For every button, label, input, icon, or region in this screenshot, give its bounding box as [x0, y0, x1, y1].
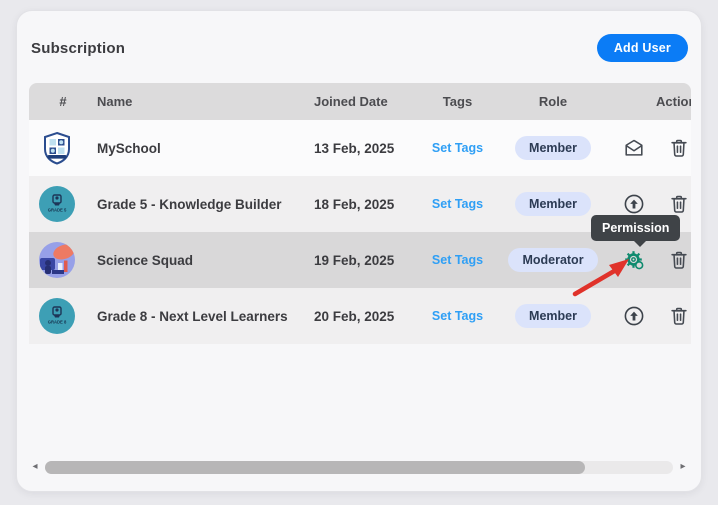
scroll-left-arrow[interactable]: ◂	[29, 462, 41, 472]
column-header-action: Action	[615, 94, 691, 109]
row-joined-date: 19 Feb, 2025	[314, 253, 424, 268]
role-badge: Moderator	[508, 248, 597, 272]
permission-settings-icon[interactable]	[623, 249, 645, 271]
scrollbar-track[interactable]	[45, 461, 673, 474]
svg-text:GRADE 8: GRADE 8	[48, 320, 67, 325]
page-title: Subscription	[31, 40, 125, 57]
grade-8-avatar: GRADE 8	[39, 298, 75, 334]
upgrade-icon[interactable]	[623, 193, 645, 215]
row-name: Science Squad	[97, 253, 314, 268]
column-header-role: Role	[491, 94, 615, 109]
role-badge: Member	[515, 192, 591, 216]
row-joined-date: 13 Feb, 2025	[314, 141, 424, 156]
delete-icon[interactable]	[668, 137, 690, 159]
table-row-highlighted: Science Squad 19 Feb, 2025 Set Tags Mode…	[29, 232, 691, 288]
subscription-card: Subscription Add User # Name Joined Date…	[16, 10, 702, 492]
science-squad-avatar	[39, 242, 75, 278]
column-header-name: Name	[97, 94, 314, 109]
school-crest-avatar	[39, 130, 75, 166]
scrollbar-thumb[interactable]	[45, 461, 585, 474]
delete-icon[interactable]	[668, 193, 690, 215]
permission-tooltip: Permission	[591, 215, 680, 241]
subscription-screen: Subscription Add User # Name Joined Date…	[0, 0, 718, 505]
role-badge: Member	[515, 136, 591, 160]
column-header-tags: Tags	[424, 94, 491, 109]
table-header-row: # Name Joined Date Tags Role Action	[29, 83, 691, 120]
horizontal-scrollbar: ◂ ▸	[29, 459, 689, 475]
set-tags-link[interactable]: Set Tags	[432, 309, 483, 323]
grade-5-avatar: GRADE 5	[39, 186, 75, 222]
set-tags-link[interactable]: Set Tags	[432, 141, 483, 155]
delete-icon[interactable]	[668, 249, 690, 271]
table-row: GRADE 8 Grade 8 - Next Level Learners 20…	[29, 288, 691, 344]
table-row: MySchool 13 Feb, 2025 Set Tags Member	[29, 120, 691, 176]
delete-icon[interactable]	[668, 305, 690, 327]
row-name: Grade 8 - Next Level Learners	[97, 309, 314, 324]
column-header-index: #	[29, 94, 97, 109]
row-name: Grade 5 - Knowledge Builder	[97, 197, 314, 212]
column-header-joined-date: Joined Date	[314, 94, 424, 109]
card-header: Subscription Add User	[17, 11, 701, 62]
subscription-table: # Name Joined Date Tags Role Action	[29, 83, 691, 344]
svg-text:GRADE 5: GRADE 5	[48, 208, 67, 213]
row-name: MySchool	[97, 141, 314, 156]
set-tags-link[interactable]: Set Tags	[432, 253, 483, 267]
row-joined-date: 18 Feb, 2025	[314, 197, 424, 212]
role-badge: Member	[515, 304, 591, 328]
scroll-right-arrow[interactable]: ▸	[677, 462, 689, 472]
row-joined-date: 20 Feb, 2025	[314, 309, 424, 324]
set-tags-link[interactable]: Set Tags	[432, 197, 483, 211]
upgrade-icon[interactable]	[623, 305, 645, 327]
add-user-button[interactable]: Add User	[597, 34, 688, 62]
message-icon[interactable]	[623, 137, 645, 159]
